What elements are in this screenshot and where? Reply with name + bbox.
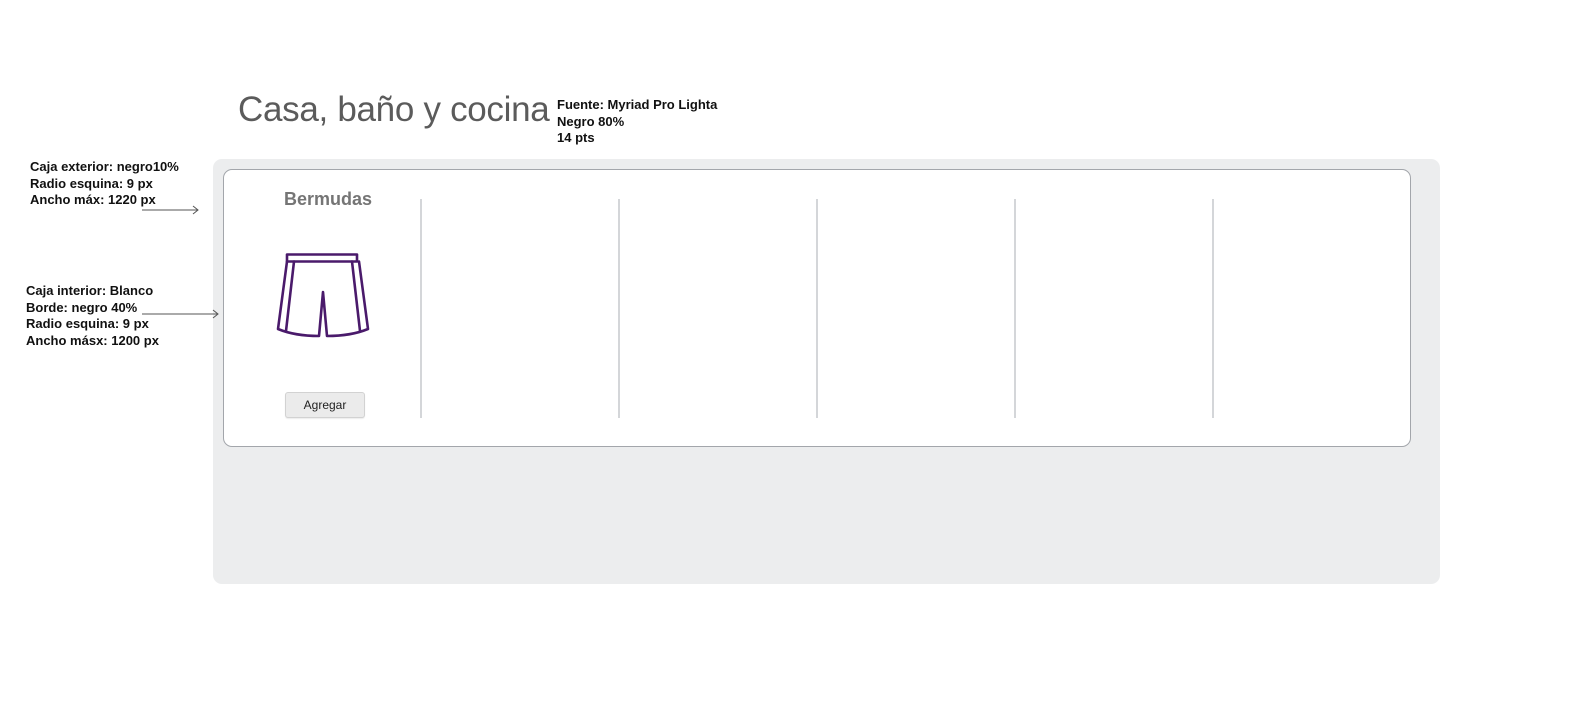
font-spec-note: Fuente: Myriad Pro Lighta Negro 80% 14 p… [557, 97, 717, 147]
inner-note-line: Ancho másx: 1200 px [26, 332, 159, 348]
product-name: Bermudas [284, 189, 373, 209]
font-spec-line: Negro 80% [557, 113, 625, 129]
font-spec-line: Fuente: Myriad Pro Lighta [557, 97, 718, 112]
column-divider [1014, 199, 1016, 418]
inner-box-arrow-icon [142, 309, 219, 319]
column-divider [420, 199, 422, 418]
font-spec-line: 14 pts [557, 130, 595, 145]
outer-box-note: Caja exterior: negro10% Radio esquina: 9… [30, 159, 179, 209]
inner-note-line: Radio esquina: 9 px [26, 316, 149, 331]
outer-box-arrow-icon [142, 205, 199, 215]
column-divider [618, 199, 620, 418]
add-button[interactable]: Agregar [285, 392, 365, 418]
column-divider [816, 199, 818, 418]
page-title: Casa, baño y cocina [238, 90, 550, 129]
outer-note-line: Radio esquina: 9 px [30, 175, 153, 191]
column-divider [1212, 199, 1214, 418]
inner-note-line: Borde: negro 40% [26, 299, 138, 315]
inner-box-note: Caja interior: Blanco Borde: negro 40% R… [26, 283, 159, 349]
inner-box: Bermudas Agregar [223, 169, 1411, 447]
shorts-icon [276, 253, 370, 338]
outer-note-line: Caja exterior: negro10% [30, 159, 179, 174]
inner-note-line: Caja interior: Blanco [26, 283, 154, 298]
